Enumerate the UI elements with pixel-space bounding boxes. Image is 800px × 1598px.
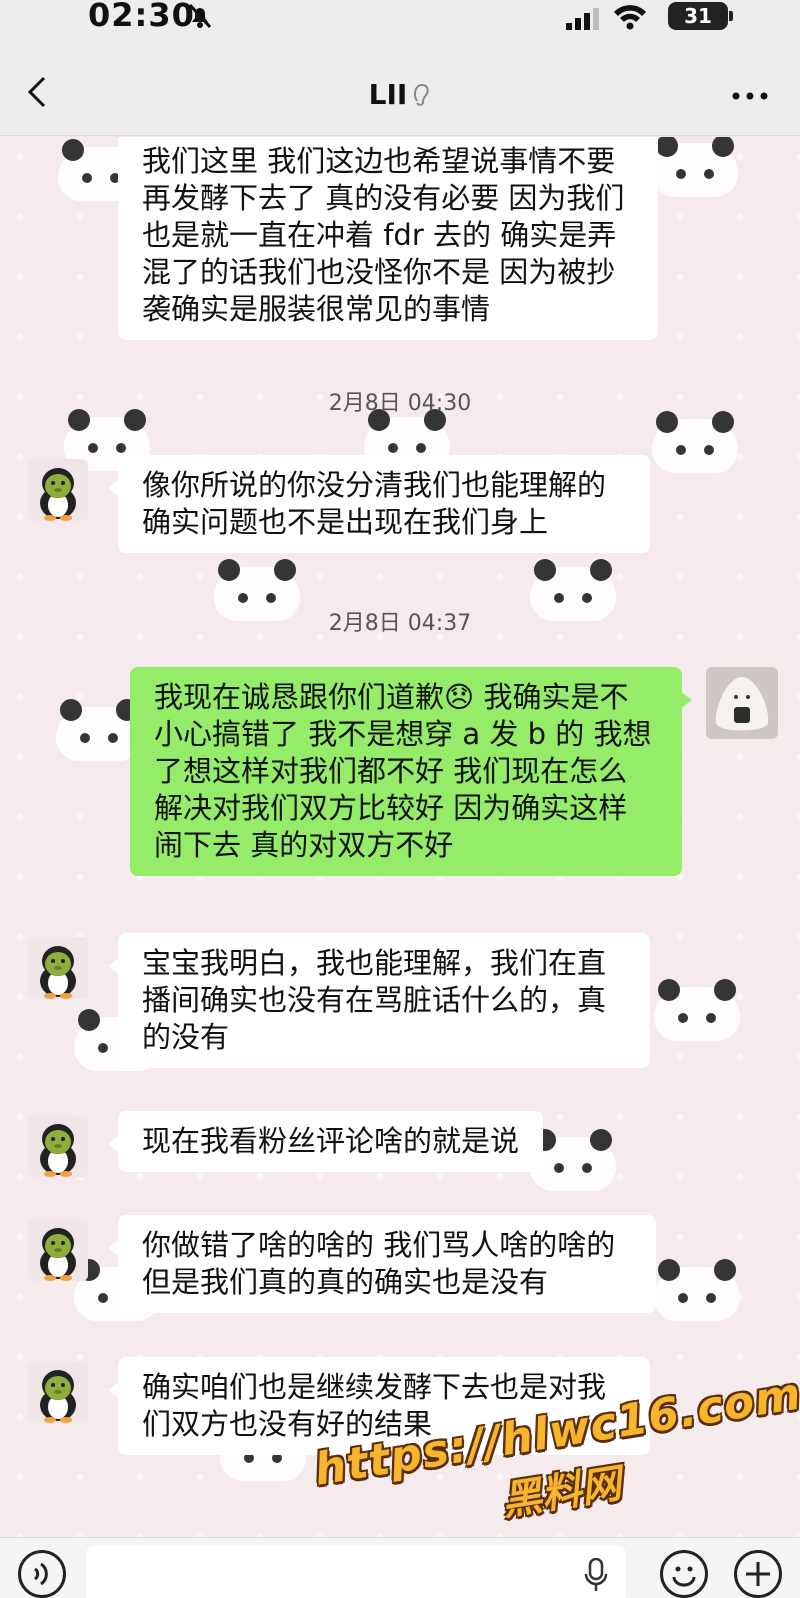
input-bar xyxy=(0,1537,800,1598)
message-bubble-received[interactable]: 你做错了啥的啥的 我们骂人啥的啥的 但是我们真的真的确实也是没有 xyxy=(108,1215,656,1313)
message-bubble-sent[interactable]: 我现在诚恳跟你们道歉😞 我确实是不 小心搞错了 我不是想穿 a 发 b 的 我想… xyxy=(130,667,692,876)
panda-decoration xyxy=(652,137,738,197)
penguin-avatar-icon xyxy=(28,1219,88,1281)
plus-icon[interactable] xyxy=(734,1550,782,1598)
voice-icon[interactable] xyxy=(18,1550,66,1598)
penguin-avatar-icon xyxy=(28,1115,88,1177)
contact-avatar[interactable] xyxy=(28,1361,88,1423)
rice-ball-avatar-icon xyxy=(706,667,778,739)
emoji-icon[interactable] xyxy=(660,1550,708,1598)
panda-decoration xyxy=(654,979,740,1041)
signal-icon xyxy=(566,8,599,30)
message-timestamp: 2月8日 04:37 xyxy=(328,611,472,636)
wifi-icon xyxy=(614,5,646,30)
message-bubble-received[interactable]: 我们这里 我们这边也希望说事情不要 再发酵下去了 真的没有必要 因为我们 也是就… xyxy=(108,137,658,340)
contact-avatar[interactable] xyxy=(28,937,88,999)
message-bubble-received[interactable]: 像你所说的你没分清我们也能理解的 确实问题也不是出现在我们身上 xyxy=(108,455,650,553)
message-bubble-received[interactable]: 现在我看粉丝评论啥的就是说 xyxy=(107,1111,544,1172)
more-icon[interactable] xyxy=(730,90,770,102)
panda-decoration xyxy=(652,411,738,473)
chat-header: LII xyxy=(0,36,800,136)
message-input[interactable] xyxy=(86,1546,626,1598)
message-bubble-received[interactable]: 宝宝我明白，我也能理解，我们在直 播间确实也没有在骂脏话什么的，真 的没有 xyxy=(108,933,650,1068)
contact-avatar[interactable] xyxy=(28,1219,88,1281)
chat-title-text: LII xyxy=(368,78,408,111)
contact-avatar[interactable] xyxy=(28,1115,88,1177)
chat-title: LII xyxy=(0,78,800,111)
self-avatar[interactable] xyxy=(706,667,778,739)
chat-message-list[interactable]: 我们这里 我们这边也希望说事情不要 再发酵下去了 真的没有必要 因为我们 也是就… xyxy=(0,137,800,1537)
mic-icon[interactable] xyxy=(584,1558,608,1592)
contact-avatar[interactable] xyxy=(28,459,88,521)
bell-off-icon xyxy=(188,3,212,29)
battery-indicator: 31 xyxy=(668,2,733,30)
ear-icon xyxy=(414,83,429,106)
status-bar: 02:30 31 xyxy=(0,0,800,36)
penguin-avatar-icon xyxy=(28,937,88,999)
message-timestamp: 2月8日 04:30 xyxy=(328,391,472,416)
penguin-avatar-icon xyxy=(28,459,88,521)
penguin-avatar-icon xyxy=(28,1361,88,1423)
status-time: 02:30 xyxy=(88,0,195,34)
panda-decoration xyxy=(654,1259,740,1321)
